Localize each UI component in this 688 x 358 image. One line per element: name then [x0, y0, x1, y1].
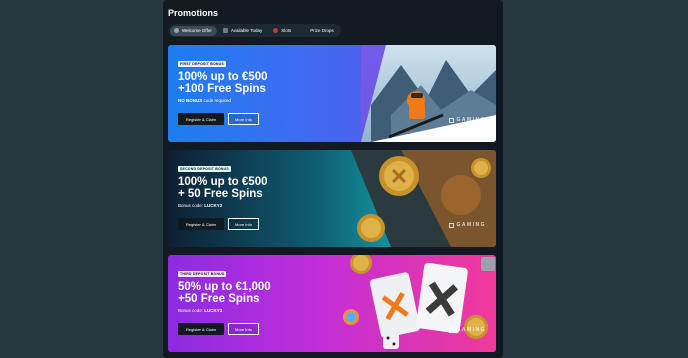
tab-slots[interactable]: Slots: [269, 26, 296, 36]
bonus-code-text: LUCKY3: [204, 308, 223, 313]
heading-line-1: 100% up to €500: [178, 176, 268, 188]
slots-icon: [273, 28, 279, 33]
bonus-code-note: NO BONUS code required: [178, 98, 231, 103]
more-info-button[interactable]: More Info: [228, 323, 259, 335]
provider-logo: GAMING: [449, 117, 486, 123]
bonus-code-note: Bonus code: LUCKY3: [178, 308, 222, 313]
page-title: Promotions: [168, 8, 219, 18]
bonus-heading: 100% up to €500 + 50 Free Spins: [178, 176, 318, 200]
bonus-code-note: Bonus code: LUCKY2: [178, 203, 222, 208]
bonus-code-text: LUCKY2: [204, 203, 223, 208]
promotions-panel: Promotions Welcome Offer Available Today…: [163, 0, 503, 358]
bonus-code-prefix: Bonus code:: [178, 203, 205, 208]
provider-logo: GAMING: [449, 327, 486, 333]
bonus-heading: 100% up to €500 +100 Free Spins: [178, 71, 318, 95]
logo-mark-icon: [449, 327, 455, 333]
promo-banner-third-deposit: THIRD DEPOSIT BONUS 50% up to €1,000 +50…: [168, 255, 496, 352]
provider-logo: GAMING: [449, 222, 486, 228]
snowboarder-illustration: [361, 45, 496, 142]
bonus-badge: SECOND DEPOSIT BONUS: [178, 166, 231, 172]
bonus-badge: FIRST DEPOSIT BONUS: [178, 61, 226, 67]
bonus-code-prefix: Bonus code:: [178, 308, 205, 313]
register-claim-button[interactable]: Register & Claim: [178, 218, 224, 230]
tab-prize-drops[interactable]: Prize Drops: [298, 26, 339, 36]
tab-welcome-offer[interactable]: Welcome Offer: [170, 25, 217, 36]
heading-line-1: 100% up to €500: [178, 71, 268, 83]
more-info-button[interactable]: More Info: [228, 218, 259, 230]
tab-available-today[interactable]: Available Today: [219, 26, 267, 36]
bonus-heading: 50% up to €1,000 +50 Free Spins: [178, 281, 318, 305]
tab-label: Prize Drops: [310, 28, 334, 33]
logo-mark-icon: [449, 117, 455, 123]
bonus-code-prefix: NO BONUS: [178, 98, 203, 103]
promo-banner-first-deposit: FIRST DEPOSIT BONUS 100% up to €500 +100…: [168, 45, 496, 142]
register-claim-button[interactable]: Register & Claim: [178, 323, 224, 335]
register-claim-button[interactable]: Register & Claim: [178, 113, 224, 125]
star-icon: [174, 28, 179, 33]
heading-line-2: + 50 Free Spins: [178, 188, 263, 200]
cards-dice-illustration: [343, 255, 495, 349]
bonus-badge: THIRD DEPOSIT BONUS: [178, 271, 227, 277]
heading-line-2: +50 Free Spins: [178, 293, 260, 305]
calendar-icon: [222, 28, 228, 33]
more-info-button[interactable]: More Info: [228, 113, 259, 125]
promo-tabs: Welcome Offer Available Today Slots Priz…: [168, 24, 341, 37]
logo-mark-icon: [449, 222, 455, 228]
bonus-code-text: code required: [202, 98, 232, 103]
gift-icon: [302, 28, 308, 33]
gold-coins-illustration: [351, 150, 496, 247]
heading-line-1: 50% up to €1,000: [178, 281, 271, 293]
tab-label: Slots: [281, 28, 292, 33]
promo-banner-second-deposit: SECOND DEPOSIT BONUS 100% up to €500 + 5…: [168, 150, 496, 247]
heading-line-2: +100 Free Spins: [178, 83, 266, 95]
tab-label: Available Today: [230, 28, 263, 33]
tab-label: Welcome Offer: [182, 28, 212, 33]
